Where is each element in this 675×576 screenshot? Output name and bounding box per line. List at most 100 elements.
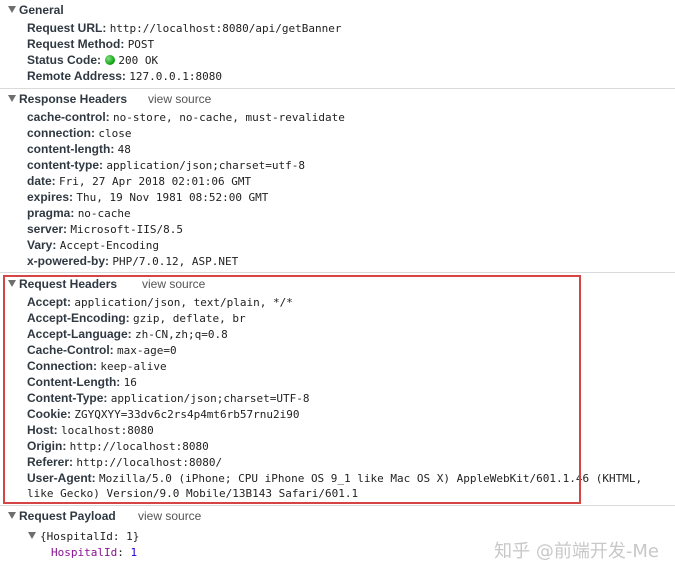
- user-agent-continuation: like Gecko) Version/9.0 Mobile/13B143 Sa…: [27, 487, 359, 500]
- header-value: http://localhost:8080/api/getBanner: [109, 22, 342, 35]
- header-value: max-age=0: [117, 344, 177, 357]
- header-value: Fri, 27 Apr 2018 02:01:06 GMT: [59, 175, 252, 188]
- header-row: server: Microsoft-IIS/8.5: [27, 221, 183, 237]
- header-row: Cache-Control: max-age=0: [27, 342, 177, 358]
- header-row: content-type: application/json;charset=u…: [27, 157, 305, 173]
- header-key: content-type:: [27, 158, 103, 172]
- header-key: Cookie:: [27, 407, 72, 421]
- header-row: pragma: no-cache: [27, 205, 131, 221]
- payload-object-summary: {HospitalId: 1}: [40, 530, 140, 543]
- expand-triangle-icon[interactable]: [28, 532, 36, 539]
- header-key: server:: [27, 222, 68, 236]
- header-value: 16: [123, 376, 137, 389]
- payload-property-key: HospitalId: [51, 546, 118, 559]
- section-divider: [0, 505, 675, 506]
- header-key: cache-control:: [27, 110, 110, 124]
- header-key: pragma:: [27, 206, 75, 220]
- section-divider: [0, 88, 675, 89]
- response-headers-view-source-link[interactable]: view source: [148, 91, 211, 107]
- header-row: Origin: http://localhost:8080: [27, 438, 209, 454]
- header-key: Request Method:: [27, 37, 125, 51]
- header-row: Referer: http://localhost:8080/: [27, 454, 222, 470]
- request-payload-section-header[interactable]: Request Payload: [0, 508, 116, 524]
- request-headers-view-source-link[interactable]: view source: [142, 276, 205, 292]
- request-payload-title: Request Payload: [19, 509, 116, 523]
- header-value: keep-alive: [100, 360, 167, 373]
- request-headers-title: Request Headers: [19, 277, 118, 291]
- header-value: 200 OK: [118, 54, 159, 67]
- header-row: Cookie: ZGYQXYY=33dv6c2rs4p4mt6rb57rnu2i…: [27, 406, 300, 422]
- header-row: date: Fri, 27 Apr 2018 02:01:06 GMT: [27, 173, 251, 189]
- header-key: User-Agent:: [27, 471, 96, 485]
- header-key: Content-Type:: [27, 391, 108, 405]
- header-row: cache-control: no-store, no-cache, must-…: [27, 109, 345, 125]
- header-value: no-cache: [77, 207, 131, 220]
- header-value: 48: [117, 143, 131, 156]
- header-value: PHP/7.0.12, ASP.NET: [112, 255, 239, 268]
- header-value: zh-CN,zh;q=0.8: [135, 328, 228, 341]
- header-value: Accept-Encoding: [59, 239, 160, 252]
- header-value: http://localhost:8080/: [76, 456, 223, 469]
- general-title: General: [19, 3, 64, 17]
- header-key: Accept:: [27, 295, 72, 309]
- general-section-header[interactable]: General: [0, 2, 64, 18]
- header-key: connection:: [27, 126, 95, 140]
- header-value: Mozilla/5.0 (iPhone; CPU iPhone OS 9_1 l…: [99, 472, 643, 485]
- header-key: Connection:: [27, 359, 97, 373]
- header-key: Cache-Control:: [27, 343, 114, 357]
- section-divider: [0, 272, 675, 273]
- watermark: 知乎 @前端开发-Me: [494, 541, 659, 562]
- header-key: expires:: [27, 190, 74, 204]
- header-key: Origin:: [27, 439, 67, 453]
- status-ok-icon: [105, 55, 116, 65]
- collapse-triangle-icon[interactable]: [8, 95, 16, 102]
- header-value: no-store, no-cache, must-revalidate: [113, 111, 345, 124]
- header-row: Accept-Language: zh-CN,zh;q=0.8: [27, 326, 228, 342]
- header-key: content-length:: [27, 142, 115, 156]
- payload-object-row[interactable]: {HospitalId: 1}: [28, 528, 139, 544]
- header-value: http://localhost:8080: [69, 440, 209, 453]
- payload-property-value: 1: [130, 546, 138, 559]
- payload-property-row: HospitalId: 1: [51, 546, 138, 559]
- header-row: x-powered-by: PHP/7.0.12, ASP.NET: [27, 253, 238, 269]
- header-key: Remote Address:: [27, 69, 126, 83]
- header-row: Accept: application/json, text/plain, */…: [27, 294, 293, 310]
- header-value: ZGYQXYY=33dv6c2rs4p4mt6rb57rnu2i90: [74, 408, 300, 421]
- request-payload-view-source-link[interactable]: view source: [138, 508, 201, 524]
- header-row: Remote Address: 127.0.0.1:8080: [27, 68, 222, 84]
- header-row: content-length: 48: [27, 141, 131, 157]
- response-headers-section-header[interactable]: Response Headers: [0, 91, 127, 107]
- header-row: Host: localhost:8080: [27, 422, 154, 438]
- header-row: Accept-Encoding: gzip, deflate, br: [27, 310, 246, 326]
- header-key: date:: [27, 174, 56, 188]
- header-row: Connection: keep-alive: [27, 358, 167, 374]
- header-key: Referer:: [27, 455, 74, 469]
- header-key: Accept-Language:: [27, 327, 132, 341]
- header-value: localhost:8080: [61, 424, 154, 437]
- header-value: application/json;charset=UTF-8: [110, 392, 310, 405]
- header-key: Accept-Encoding:: [27, 311, 130, 325]
- header-row: Request Method: POST: [27, 36, 154, 52]
- header-value: gzip, deflate, br: [133, 312, 246, 325]
- header-value: application/json, text/plain, */*: [74, 296, 293, 309]
- header-key: Status Code:: [27, 53, 102, 67]
- header-row: Content-Type: application/json;charset=U…: [27, 390, 309, 406]
- header-row: Status Code: 200 OK: [27, 52, 158, 68]
- header-key: Vary:: [27, 238, 57, 252]
- header-key: x-powered-by:: [27, 254, 110, 268]
- request-headers-section-header[interactable]: Request Headers: [0, 276, 117, 292]
- header-row: User-Agent: Mozilla/5.0 (iPhone; CPU iPh…: [27, 470, 642, 486]
- collapse-triangle-icon[interactable]: [8, 512, 16, 519]
- collapse-triangle-icon[interactable]: [8, 280, 16, 287]
- header-key: Host:: [27, 423, 58, 437]
- header-value: 127.0.0.1:8080: [129, 70, 222, 83]
- header-row: connection: close: [27, 125, 131, 141]
- header-key: Request URL:: [27, 21, 107, 35]
- header-value: Thu, 19 Nov 1981 08:52:00 GMT: [76, 191, 269, 204]
- header-row: Request URL: http://localhost:8080/api/g…: [27, 20, 341, 36]
- response-headers-title: Response Headers: [19, 92, 128, 106]
- header-value: POST: [127, 38, 155, 51]
- collapse-triangle-icon[interactable]: [8, 6, 16, 13]
- header-value: close: [98, 127, 132, 140]
- header-row: expires: Thu, 19 Nov 1981 08:52:00 GMT: [27, 189, 268, 205]
